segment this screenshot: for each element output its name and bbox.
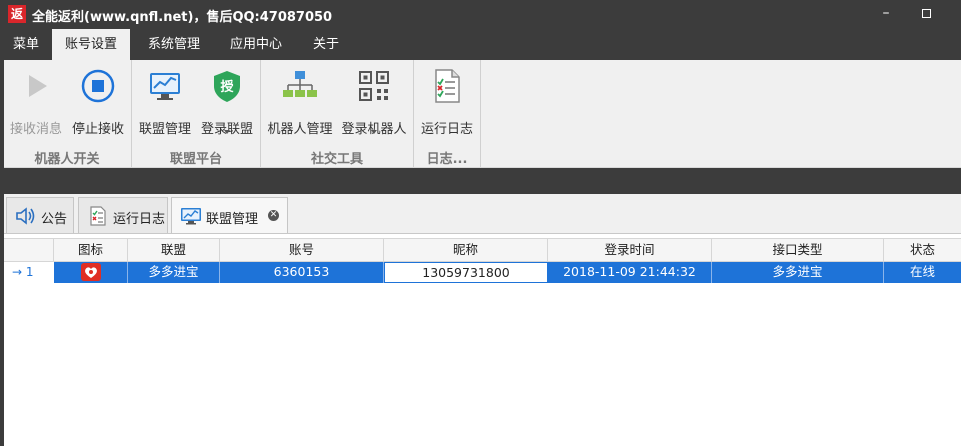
menu-bar: 菜单 账号设置 系统管理 应用中心 关于 [0, 29, 961, 60]
chevron-down-icon [371, 130, 377, 134]
chart-monitor-icon [180, 206, 202, 226]
shield-authorize-icon: 授 [209, 68, 245, 104]
run-log-label: 运行日志 [420, 122, 473, 137]
minimize-button[interactable]: – [866, 0, 906, 29]
menu-item-account-settings[interactable]: 账号设置 [52, 29, 130, 60]
column-header-account[interactable]: 账号 [220, 239, 384, 261]
log-document-icon [429, 68, 465, 104]
stop-icon [80, 68, 116, 104]
run-log-button[interactable]: 运行日志 [418, 64, 476, 144]
title-bar: 返 全能返利(www.qnfl.net)，售后QQ:47087050 – [0, 0, 961, 29]
cell-status[interactable]: 在线 [884, 262, 961, 283]
robot-management-label: 机器人管理 [267, 122, 333, 137]
play-icon [18, 68, 54, 104]
column-header-icon[interactable]: 图标 [54, 239, 128, 261]
header-cell-indicator [4, 239, 54, 261]
group-label-robot-switch: 机器人开关 [34, 152, 100, 167]
stop-receiving-button[interactable]: 停止接收 [70, 64, 126, 144]
ribbon-footer-bar [0, 168, 961, 194]
pinduoduo-logo-icon [80, 263, 101, 281]
qr-code-icon [356, 68, 392, 104]
menu-item-about[interactable]: 关于 [300, 29, 352, 60]
column-header-status[interactable]: 状态 [884, 239, 961, 261]
cell-nickname[interactable]: 13059731800 [384, 262, 548, 283]
alliance-accounts-grid: 图标 联盟 账号 昵称 登录时间 接口类型 状态 → 1 多多进宝 636015… [4, 234, 961, 446]
login-alliance-label: 登录联盟 [200, 122, 253, 137]
maximize-icon [921, 9, 931, 18]
menu-item-menu[interactable]: 菜单 [0, 29, 52, 60]
menu-item-system-management[interactable]: 系统管理 [136, 29, 212, 60]
app-logo-icon: 返 [8, 5, 26, 23]
cell-login-time[interactable]: 2018-11-09 21:44:32 [548, 262, 712, 283]
tab-announcement-label: 公告 [41, 212, 68, 227]
grid-header-row: 图标 联盟 账号 昵称 登录时间 接口类型 状态 [4, 238, 961, 262]
alliance-management-label: 联盟管理 [138, 122, 191, 137]
group-divider [480, 60, 481, 167]
receive-messages-button[interactable]: 接收消息 [8, 64, 64, 144]
cell-interface-type[interactable]: 多多进宝 [712, 262, 884, 283]
login-alliance-button[interactable]: 授 登录联盟 [198, 64, 256, 144]
chevron-down-icon [224, 130, 230, 134]
tab-alliance-management-label: 联盟管理 [206, 212, 259, 227]
log-document-icon [87, 206, 109, 226]
alliance-management-button[interactable]: 联盟管理 [136, 64, 194, 144]
cell-account[interactable]: 6360153 [220, 262, 384, 283]
group-label-logs: 日志... [426, 152, 468, 167]
column-header-interface-type[interactable]: 接口类型 [712, 239, 884, 261]
column-header-nickname[interactable]: 昵称 [384, 239, 548, 261]
row-indicator: → 1 [12, 265, 34, 279]
document-tab-bar: 公告 运行日志 联盟管理 ✕ [4, 194, 961, 234]
cell-icon[interactable] [54, 262, 128, 283]
tab-announcement[interactable]: 公告 [6, 197, 74, 233]
maximize-button[interactable] [906, 0, 946, 29]
table-row[interactable]: → 1 多多进宝 6360153 13059731800 2018-11-09 … [4, 262, 961, 283]
robot-management-button[interactable]: 机器人管理 [266, 64, 334, 144]
menu-item-app-center[interactable]: 应用中心 [218, 29, 294, 60]
stop-receiving-label: 停止接收 [71, 122, 124, 137]
shield-glyph: 授 [220, 79, 234, 95]
tab-close-icon[interactable]: ✕ [268, 210, 279, 221]
window-title: 全能返利(www.qnfl.net)，售后QQ:47087050 [32, 10, 333, 25]
column-header-login-time[interactable]: 登录时间 [548, 239, 712, 261]
column-header-alliance[interactable]: 联盟 [128, 239, 220, 261]
network-hierarchy-icon [282, 68, 318, 104]
tab-alliance-management[interactable]: 联盟管理 ✕ [171, 197, 288, 233]
login-robot-label: 登录机器人 [341, 122, 407, 137]
chart-monitor-icon [147, 68, 183, 104]
ribbon-toolbar: 接收消息 停止接收 机器人开关 联盟管理 授 登录联盟 联盟平台 机器人管理 登… [0, 60, 961, 168]
tab-run-log-label: 运行日志 [113, 212, 166, 227]
speaker-icon [15, 206, 37, 226]
tab-run-log[interactable]: 运行日志 [78, 197, 168, 233]
group-label-social-tools: 社交工具 [310, 152, 363, 167]
login-robot-button[interactable]: 登录机器人 [340, 64, 408, 144]
receive-messages-label: 接收消息 [9, 122, 62, 137]
group-label-alliance-platform: 联盟平台 [169, 152, 222, 167]
cell-alliance[interactable]: 多多进宝 [128, 262, 220, 283]
